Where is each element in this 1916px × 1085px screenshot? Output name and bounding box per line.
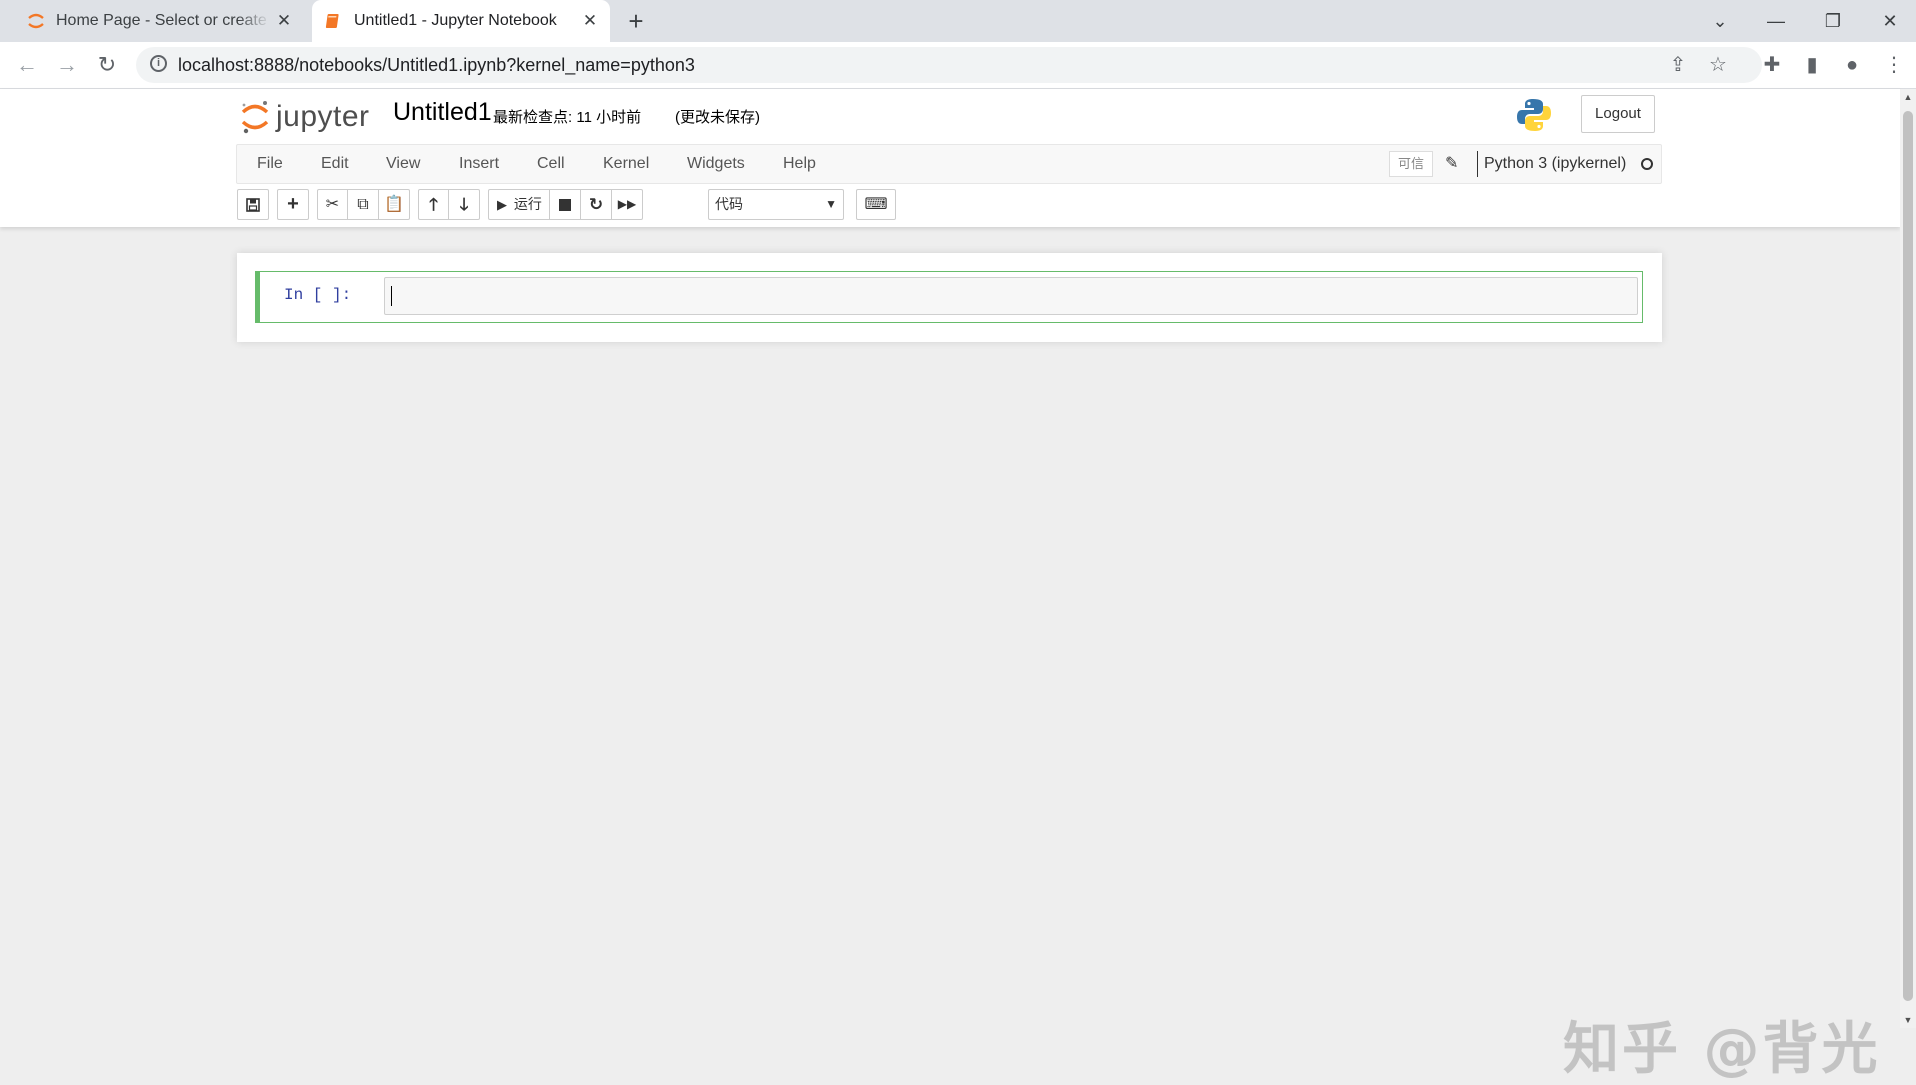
url-text[interactable]: localhost:8888/notebooks/Untitled1.ipynb… xyxy=(178,55,695,76)
menu-bar: File Edit View Insert Cell Kernel Widget… xyxy=(236,144,1662,184)
autosave-status: (更改未保存) xyxy=(675,109,760,126)
window-close-button[interactable]: ✕ xyxy=(1870,6,1910,36)
input-prompt: In [ ]: xyxy=(284,286,352,304)
menu-widgets[interactable]: Widgets xyxy=(687,145,745,183)
trusted-indicator[interactable]: 可信 xyxy=(1389,151,1433,177)
address-bar: ← → ↻ i localhost:8888/notebooks/Untitle… xyxy=(0,42,1916,89)
notebook-toolbar: + ✂ ⧉ 📋 🡑 🡓 ▶ 运行 ↻ ▶▶ 代码 ▼ ⌨ xyxy=(236,189,1662,221)
browser-tab-title: Home Page - Select or create a notebook xyxy=(56,12,270,29)
plus-icon: + xyxy=(287,193,299,215)
watermark: 知乎 @背光 xyxy=(1563,1017,1881,1082)
code-editor[interactable] xyxy=(384,277,1638,315)
url-field[interactable]: i localhost:8888/notebooks/Untitled1.ipy… xyxy=(136,47,1762,83)
keyboard-icon: ⌨ xyxy=(864,196,888,213)
browser-menu-icon[interactable]: ⋮ xyxy=(1880,51,1908,79)
run-button[interactable]: ▶ 运行 xyxy=(488,189,550,220)
scissors-icon: ✂ xyxy=(325,196,340,213)
text-cursor xyxy=(391,286,392,306)
notebook-header: jupyter Untitled1 最新检查点: 11 小时前 (更改未保存) … xyxy=(0,89,1900,227)
page-scrollbar[interactable]: ▲ ▼ xyxy=(1900,89,1916,1028)
interrupt-button[interactable] xyxy=(550,189,581,220)
profile-avatar-icon[interactable]: ● xyxy=(1838,51,1866,79)
back-arrow-icon[interactable]: ← xyxy=(12,51,42,79)
restart-kernel-button[interactable]: ↻ xyxy=(581,189,612,220)
arrow-down-icon: 🡓 xyxy=(459,195,469,214)
edit-mode-pencil-icon: ✎ xyxy=(1445,155,1459,172)
command-palette-button[interactable]: ⌨ xyxy=(856,189,896,220)
jupyter-favicon-icon xyxy=(28,13,44,29)
scroll-up-arrow-icon[interactable]: ▲ xyxy=(1900,89,1916,105)
minimize-button[interactable]: — xyxy=(1756,6,1796,36)
menu-cell[interactable]: Cell xyxy=(537,145,565,183)
code-cell[interactable]: In [ ]: xyxy=(255,271,1643,323)
extensions-puzzle-icon[interactable]: ✚ xyxy=(1758,51,1786,79)
close-icon[interactable]: ✕ xyxy=(274,11,294,31)
jupyter-logo-icon xyxy=(241,101,269,134)
bookmark-star-icon[interactable]: ☆ xyxy=(1706,53,1730,77)
browser-tab-bar: Home Page - Select or create a notebook … xyxy=(0,0,1916,42)
menu-help[interactable]: Help xyxy=(783,145,816,183)
restart-run-all-button[interactable]: ▶▶ xyxy=(612,189,643,220)
cut-button[interactable]: ✂ xyxy=(317,189,348,220)
menu-edit[interactable]: Edit xyxy=(321,145,349,183)
notebook-container: In [ ]: xyxy=(237,253,1662,342)
save-button[interactable] xyxy=(237,189,269,220)
arrow-up-icon: 🡑 xyxy=(429,195,438,214)
notebook-title[interactable]: Untitled1 xyxy=(393,98,492,127)
kernel-name[interactable]: Python 3 (ipykernel) xyxy=(1477,151,1626,177)
browser-tab-title: Untitled1 - Jupyter Notebook xyxy=(354,12,557,29)
scroll-down-arrow-icon[interactable]: ▼ xyxy=(1900,1012,1916,1028)
menu-kernel[interactable]: Kernel xyxy=(603,145,649,183)
new-tab-button[interactable]: + xyxy=(622,8,650,34)
paste-icon: 📋 xyxy=(384,196,404,213)
scrollbar-thumb[interactable] xyxy=(1903,111,1913,1001)
notebook-page: jupyter Untitled1 最新检查点: 11 小时前 (更改未保存) … xyxy=(0,89,1900,1082)
play-icon: ▶ xyxy=(497,197,507,212)
move-up-button[interactable]: 🡑 xyxy=(418,189,449,220)
restart-icon: ↻ xyxy=(588,195,604,214)
jupyter-logo-text: jupyter xyxy=(276,100,370,133)
browser-tab-home[interactable]: Home Page - Select or create a notebook … xyxy=(14,0,304,42)
close-icon[interactable]: ✕ xyxy=(580,11,600,31)
python-logo-icon xyxy=(1517,99,1551,131)
save-icon xyxy=(246,198,260,212)
fast-forward-icon: ▶▶ xyxy=(617,197,637,211)
move-down-button[interactable]: 🡓 xyxy=(449,189,480,220)
paste-button[interactable]: 📋 xyxy=(379,189,410,220)
share-icon[interactable]: ⇪ xyxy=(1666,53,1690,77)
jupyter-logo[interactable]: jupyter xyxy=(240,97,370,137)
site-info-icon[interactable]: i xyxy=(150,55,167,72)
reload-icon[interactable]: ↻ xyxy=(92,51,122,79)
tab-search-icon[interactable]: ⌄ xyxy=(1700,6,1740,36)
chevron-down-icon: ▼ xyxy=(825,197,837,211)
kernel-idle-status-icon xyxy=(1641,158,1653,170)
menu-file[interactable]: File xyxy=(257,145,283,183)
run-button-label: 运行 xyxy=(513,196,542,212)
forward-arrow-icon[interactable]: → xyxy=(52,51,82,79)
stop-icon xyxy=(559,199,571,211)
copy-button[interactable]: ⧉ xyxy=(348,189,379,220)
insert-cell-button[interactable]: + xyxy=(277,189,309,220)
menu-insert[interactable]: Insert xyxy=(459,145,499,183)
side-panel-icon[interactable]: ▮ xyxy=(1798,51,1826,79)
restore-button[interactable]: ❐ xyxy=(1813,6,1853,36)
copy-icon: ⧉ xyxy=(357,196,369,213)
cell-type-select[interactable]: 代码 ▼ xyxy=(708,189,844,220)
logout-button[interactable]: Logout xyxy=(1581,95,1655,133)
checkpoint-status: 最新检查点: 11 小时前 xyxy=(493,109,642,126)
menu-view[interactable]: View xyxy=(386,145,420,183)
browser-tab-notebook[interactable]: Untitled1 - Jupyter Notebook ✕ xyxy=(312,0,610,42)
notebook-favicon-icon xyxy=(325,14,339,28)
cell-type-value: 代码 xyxy=(715,196,743,212)
